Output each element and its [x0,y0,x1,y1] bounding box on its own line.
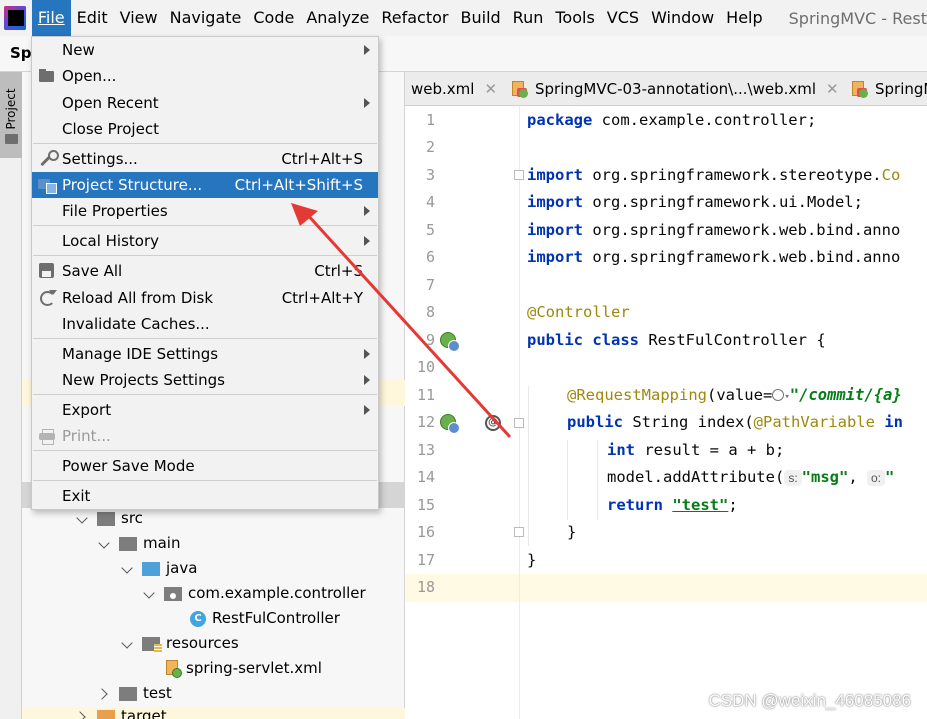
annotation-arrow [291,203,512,439]
annotation-arrow-line [303,210,512,439]
watermark: CSDN @weixin_46085086 [708,691,911,710]
